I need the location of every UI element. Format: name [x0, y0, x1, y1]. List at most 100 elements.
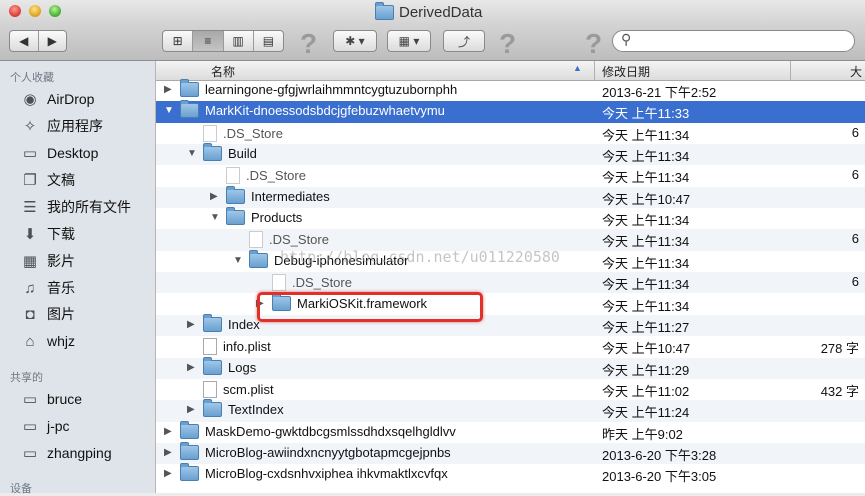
folder-icon [375, 2, 394, 20]
table-row[interactable]: ▶ Logs 今天 上午11:29 [156, 356, 865, 379]
row-date: 今天 上午11:34 [602, 213, 690, 229]
table-row[interactable]: ▼ MarkKit-dnoessodsbdcjgfebuzwhaetvymu 今天 … [156, 100, 865, 123]
sidebar-item-zhangping[interactable]: ▭ zhangping [20, 443, 112, 463]
sidebar-item-j-pc[interactable]: ▭ j-pc [20, 416, 70, 436]
row-date: 今天 上午11:27 [602, 319, 690, 335]
row-date: 今天 上午11:34 [602, 170, 690, 186]
sidebar-shared-header: 共享的 [10, 372, 43, 384]
sidebar-item-movies[interactable]: ▦ 影片 [20, 251, 75, 271]
disclosure-collapsed-icon[interactable]: ▶ [210, 191, 222, 202]
column-header-date[interactable]: 修改日期 [602, 63, 650, 80]
row-name: Products [251, 210, 303, 226]
folder-icon [180, 441, 199, 460]
share-button[interactable]: ⤴ [443, 30, 485, 52]
sidebar-item-label: 文稿 [47, 172, 75, 188]
disclosure-collapsed-icon[interactable]: ▶ [187, 319, 199, 330]
table-row[interactable]: ▶ MaskDemo-gwktdbcgsmlssdhdxsqelhgldlvv 昨天… [156, 420, 865, 443]
minimize-window-button[interactable] [29, 5, 41, 17]
row-date: 今天 上午11:34 [602, 255, 690, 271]
row-name: MaskDemo-gwktdbcgsmlssdhdxsqelhgldlvv [205, 423, 456, 439]
sidebar-item-documents[interactable]: ❐ 文稿 [20, 170, 75, 190]
sidebar-item-pictures[interactable]: ◘ 图片 [20, 304, 75, 324]
row-date: 今天 上午10:47 [602, 341, 691, 357]
sidebar-item-all-files[interactable]: ☰ 我的所有文件 [20, 197, 131, 217]
sidebar-item-label: Desktop [47, 145, 99, 161]
disclosure-collapsed-icon[interactable]: ▶ [164, 426, 176, 437]
forward-button[interactable]: ▶ [39, 31, 67, 51]
row-date: 2013-6-20 下午3:28 [602, 447, 717, 463]
folder-icon [203, 313, 222, 332]
table-row[interactable]: ▼ Build 今天 上午11:34 [156, 143, 865, 166]
table-row[interactable]: ▶ MicroBlog-cxdsnhvxiphea ihkvmaktlxcvfqx… [156, 463, 865, 485]
sidebar-item-bruce[interactable]: ▭ bruce [20, 389, 82, 409]
row-date: 2013-6-20 下午3:05 [602, 469, 717, 485]
sidebar-item-label: 影片 [47, 253, 75, 269]
cover-flow-button[interactable]: ▤ [254, 31, 283, 51]
disclosure-collapsed-icon[interactable]: ▶ [164, 84, 176, 95]
disclosure-expanded-icon[interactable]: ▼ [187, 148, 199, 159]
row-name: Index [228, 316, 260, 332]
back-button[interactable]: ◀ [10, 31, 39, 51]
column-view-button[interactable]: ▥ [224, 31, 254, 51]
arrange-menu-button[interactable]: ▦ ▾ [387, 30, 431, 52]
table-row[interactable]: .DS_Store 今天 上午11:34 6 [156, 165, 865, 186]
disclosure-collapsed-icon[interactable]: ▶ [164, 447, 176, 458]
column-divider [790, 61, 791, 80]
folder-icon [203, 143, 222, 162]
list-view-button[interactable]: ≡ [193, 31, 224, 51]
folder-icon [226, 207, 245, 226]
table-row[interactable]: ▶ MicroBlog-awiindxncnyytgbotapmcgejpnbs 2… [156, 441, 865, 465]
folder-icon [180, 79, 199, 97]
row-date: 今天 上午11:29 [602, 362, 690, 378]
sidebar-item-desktop[interactable]: ▭ Desktop [20, 143, 98, 163]
sidebar-item-applications[interactable]: ✧ 应用程序 [20, 116, 103, 136]
row-date: 今天 上午10:47 [602, 191, 691, 207]
disclosure-collapsed-icon[interactable]: ▶ [187, 362, 199, 373]
zoom-window-button[interactable] [49, 5, 61, 17]
folder-icon [226, 185, 245, 204]
table-row[interactable]: scm.plist 今天 上午11:02 432 字 [156, 379, 865, 400]
column-divider [594, 61, 595, 80]
column-header-size[interactable]: 大 [850, 63, 862, 80]
action-menu-button[interactable]: ✱ ▾ [333, 30, 377, 52]
file-list: 名称 ▲ 修改日期 大 ▶ learningone-gfgjwrlaihmmntc… [156, 61, 865, 493]
column-header-name[interactable]: 名称 [211, 63, 235, 80]
disclosure-collapsed-icon[interactable]: ▶ [187, 404, 199, 415]
row-size: 6 [851, 167, 859, 183]
table-row[interactable]: .DS_Store 今天 上午11:34 6 [156, 272, 865, 294]
row-name: learningone-gfgjwrlaihmmntcygtuzubornphh [205, 82, 458, 97]
row-name-cell: scm.plist [187, 380, 274, 398]
sidebar-item-music[interactable]: ♫ 音乐 [20, 278, 75, 298]
disclosure-expanded-icon[interactable]: ▼ [164, 105, 176, 116]
movies-icon: ▦ [22, 253, 38, 270]
row-date: 昨天 上午9:02 [602, 426, 683, 442]
table-row[interactable]: info.plist 今天 上午10:47 278 字 [156, 336, 865, 357]
table-row[interactable]: ▶ TextIndex 今天 上午11:24 [156, 399, 865, 422]
row-name-cell: ▶ learningone-gfgjwrlaihmmntcygtuzubornph… [164, 79, 458, 97]
disclosure-expanded-icon[interactable]: ▼ [210, 212, 222, 223]
row-date: 今天 上午11:34 [602, 149, 690, 165]
row-name: .DS_Store [246, 168, 306, 184]
row-name-cell: .DS_Store [210, 167, 306, 185]
row-name-cell: ▼ Products [210, 207, 303, 226]
sidebar-item-label: j-pc [47, 418, 70, 434]
sidebar-item-downloads[interactable]: ⬇ 下载 [20, 224, 75, 244]
help-icon: ? [300, 28, 318, 59]
icon-view-button[interactable]: ⊞ [163, 31, 194, 51]
row-name-cell: ▶ MicroBlog-awiindxncnyytgbotapmcgejpnbs [164, 441, 451, 460]
table-row[interactable]: ▶ Intermediates 今天 上午10:47 [156, 185, 865, 209]
row-date: 今天 上午11:34 [602, 234, 690, 250]
table-row[interactable]: ▶ learningone-gfgjwrlaihmmntcygtuzubornph… [156, 79, 865, 101]
search-input[interactable]: ⚲ [612, 30, 855, 52]
disclosure-expanded-icon[interactable]: ▼ [233, 255, 245, 266]
row-size: 6 [851, 231, 859, 247]
sidebar-item-airdrop[interactable]: ◉ AirDrop [20, 89, 94, 109]
close-window-button[interactable] [9, 5, 21, 17]
table-row[interactable]: ▼ Products 今天 上午11:34 [156, 207, 865, 229]
sidebar-item-home[interactable]: ⌂ whjz [20, 331, 75, 351]
sort-ascending-icon: ▲ [573, 63, 582, 73]
list-view-icon: ≡ [204, 34, 212, 48]
table-row[interactable]: .DS_Store 今天 上午11:34 6 [156, 123, 865, 144]
row-name: Logs [228, 359, 257, 375]
disclosure-collapsed-icon[interactable]: ▶ [164, 468, 176, 479]
